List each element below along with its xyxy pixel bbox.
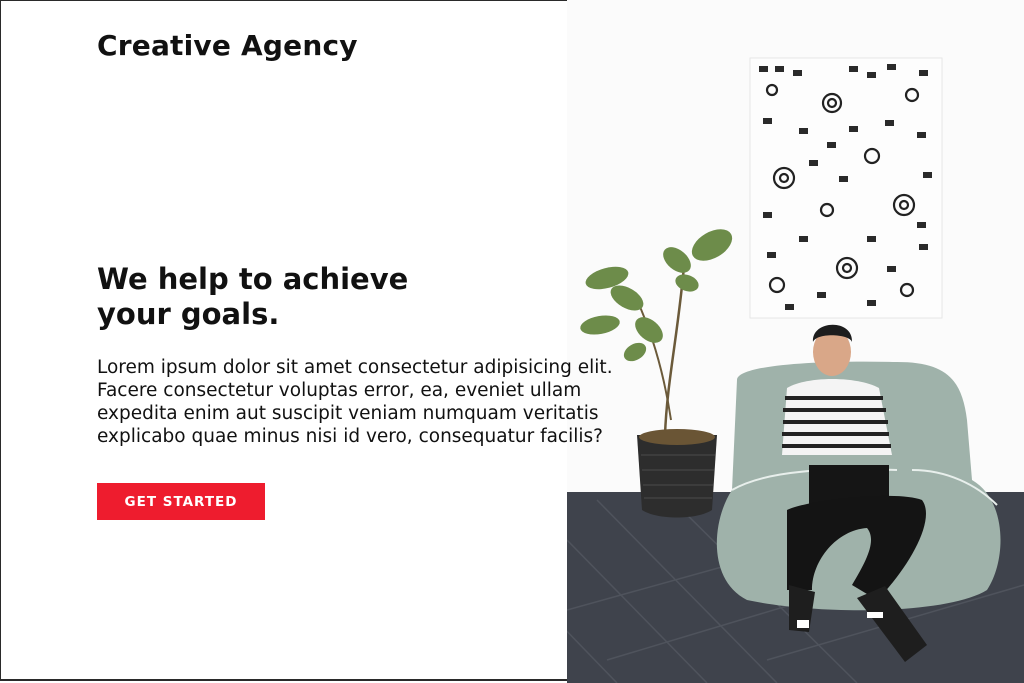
hero-description: Lorem ipsum dolor sit amet consectetur a… bbox=[97, 356, 677, 448]
get-started-button[interactable]: GET STARTED bbox=[97, 483, 265, 520]
hero-headline-line-1: We help to achieve bbox=[97, 262, 409, 296]
hero-description-line-2: Facere consectetur voluptas error, ea, e… bbox=[97, 380, 582, 401]
hero-headline: We help to achieve your goals. bbox=[97, 262, 517, 332]
hero-headline-line-2: your goals. bbox=[97, 297, 280, 331]
hero-photo-illustration bbox=[567, 0, 1024, 683]
wall-art bbox=[749, 57, 943, 319]
hero-description-line-4: explicabo quae minus nisi id vero, conse… bbox=[97, 426, 603, 447]
hero-description-line-1: Lorem ipsum dolor sit amet consectetur a… bbox=[97, 357, 613, 378]
brand-logo[interactable]: Creative Agency bbox=[97, 29, 358, 62]
hero-photo bbox=[567, 0, 1024, 683]
hero-description-line-3: expedita enim aut suscipit veniam numqua… bbox=[97, 403, 599, 424]
